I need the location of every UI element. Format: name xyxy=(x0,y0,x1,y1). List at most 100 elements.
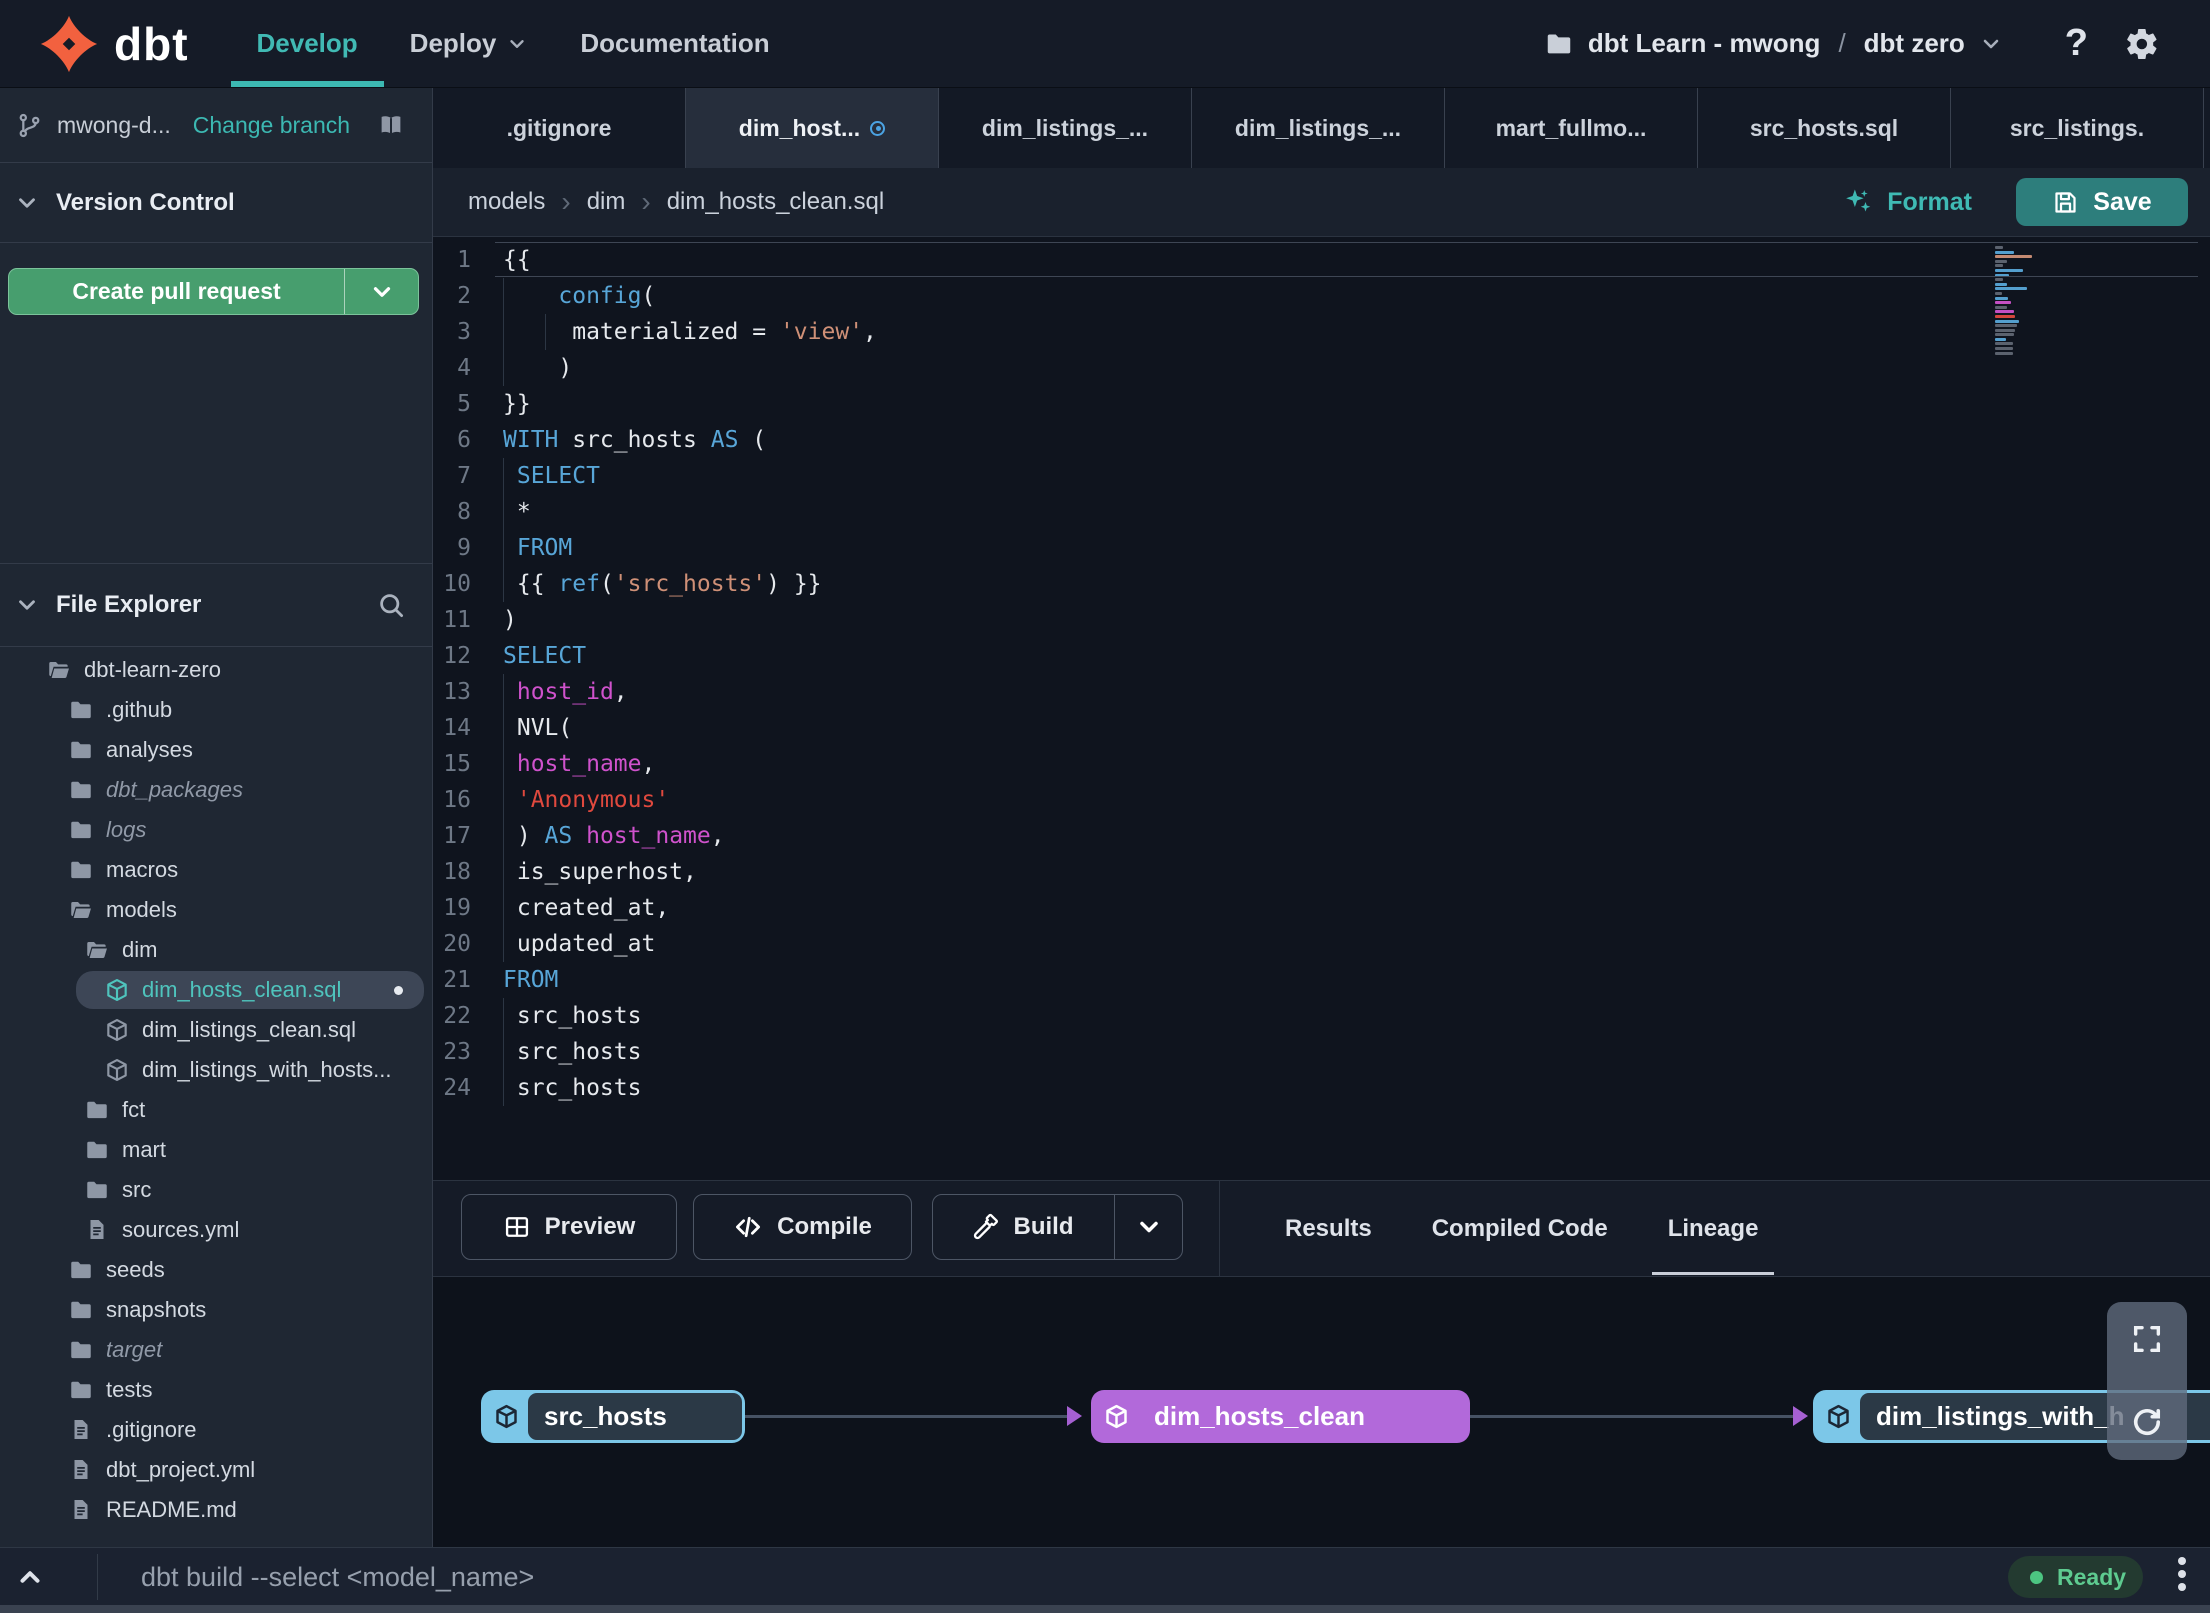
version-control-header[interactable]: Version Control xyxy=(0,163,432,243)
code-line[interactable]: 22 src_hosts xyxy=(433,998,2210,1034)
code-line[interactable]: 21 FROM xyxy=(433,962,2210,998)
code-line[interactable]: 2 config( xyxy=(433,278,2210,314)
breadcrumb-item[interactable]: dim xyxy=(587,188,626,216)
gear-icon[interactable] xyxy=(2124,26,2160,62)
breadcrumb-item[interactable]: models xyxy=(468,188,545,216)
breadcrumb-item[interactable]: dim_hosts_clean.sql xyxy=(667,188,884,216)
tree-item-github[interactable]: .github xyxy=(0,690,432,730)
code-line[interactable]: 13 host_id, xyxy=(433,674,2210,710)
tree-item-mart[interactable]: mart xyxy=(0,1130,432,1170)
tab-src-listings[interactable]: src_listings. xyxy=(1951,88,2204,168)
format-button[interactable]: Format xyxy=(1843,187,1972,217)
tree-item-gitignore[interactable]: .gitignore xyxy=(0,1410,432,1450)
code-line[interactable]: 1{{ xyxy=(433,242,2210,278)
tab-dim-host[interactable]: dim_host... xyxy=(686,88,939,168)
line-number: 20 xyxy=(443,931,471,957)
tab-src-hosts-sql[interactable]: src_hosts.sql xyxy=(1698,88,1951,168)
code-line[interactable]: 18 is_superhost, xyxy=(433,854,2210,890)
lineage-canvas[interactable]: src_hosts dim_hosts_clean dim_listings_wit… xyxy=(433,1277,2210,1547)
active-line-highlight xyxy=(495,242,2198,277)
tree-item-analyses[interactable]: analyses xyxy=(0,730,432,770)
tree-item-dim-listings-clean-sql[interactable]: dim_listings_clean.sql xyxy=(0,1010,432,1050)
tree-item-target[interactable]: target xyxy=(0,1330,432,1370)
code-line[interactable]: 16 'Anonymous' xyxy=(433,782,2210,818)
code-line[interactable]: 11) xyxy=(433,602,2210,638)
code-line[interactable]: 7 SELECT xyxy=(433,458,2210,494)
tree-item-seeds[interactable]: seeds xyxy=(0,1250,432,1290)
change-branch-link[interactable]: Change branch xyxy=(193,112,350,139)
preview-button[interactable]: Preview xyxy=(461,1194,677,1260)
chevron-down-icon xyxy=(510,39,525,48)
create-pull-request-button[interactable]: Create pull request xyxy=(8,268,419,315)
tree-item-dbt-project-yml[interactable]: dbt_project.yml xyxy=(0,1450,432,1490)
code-line[interactable]: 6 WITH src_hosts AS ( xyxy=(433,422,2210,458)
code-line[interactable]: 3 materialized = 'view', xyxy=(433,314,2210,350)
help-icon[interactable]: ? xyxy=(2065,22,2088,65)
lineage-node-src-hosts[interactable]: src_hosts xyxy=(481,1390,745,1443)
line-number: 17 xyxy=(443,823,471,849)
lineage-node-dim-hosts-clean[interactable]: dim_hosts_clean xyxy=(1091,1390,1470,1443)
tree-item-dim-listings-with-hosts[interactable]: dim_listings_with_hosts... xyxy=(0,1050,432,1090)
panel-tab-compiled-code[interactable]: Compiled Code xyxy=(1426,1181,1614,1277)
tree-item-src[interactable]: src xyxy=(0,1170,432,1210)
file-explorer-header[interactable]: File Explorer xyxy=(0,563,432,647)
code-line[interactable]: 23 src_hosts xyxy=(433,1034,2210,1070)
book-open-icon[interactable] xyxy=(376,110,406,140)
code-line[interactable]: 8 * xyxy=(433,494,2210,530)
code-editor[interactable]: 1{{2 config(3 materialized = 'view', 4 ) 5… xyxy=(433,237,2210,1180)
divider xyxy=(1219,1181,1220,1276)
pull-request-dropdown-toggle[interactable] xyxy=(344,269,418,314)
tree-item-dbt-learn-zero[interactable]: dbt-learn-zero xyxy=(0,650,432,690)
code-line[interactable]: 17 ) AS host_name, xyxy=(433,818,2210,854)
project-selector[interactable]: dbt Learn - mwong / dbt zero xyxy=(1544,28,2003,59)
search-icon[interactable] xyxy=(376,590,406,620)
kebab-menu-icon[interactable] xyxy=(2178,1557,2186,1591)
code-line[interactable]: 9 FROM xyxy=(433,530,2210,566)
tab-dim-listings[interactable]: dim_listings_... xyxy=(939,88,1192,168)
tree-item-models[interactable]: models xyxy=(0,890,432,930)
build-button[interactable]: Build xyxy=(932,1194,1183,1260)
nav-deploy[interactable]: Deploy xyxy=(384,0,555,87)
tab-dim-listings[interactable]: dim_listings_... xyxy=(1192,88,1445,168)
tree-item-sources-yml[interactable]: sources.yml xyxy=(0,1210,432,1250)
code-line[interactable]: 12 SELECT xyxy=(433,638,2210,674)
tree-item-dbt-packages[interactable]: dbt_packages xyxy=(0,770,432,810)
branch-row: mwong-d... Change branch xyxy=(0,88,432,163)
tree-item-dim[interactable]: dim xyxy=(0,930,432,970)
command-input[interactable]: dbt build --select <model_name> xyxy=(141,1548,534,1606)
nav-develop[interactable]: Develop xyxy=(231,0,384,87)
code-line[interactable]: 15 host_name, xyxy=(433,746,2210,782)
tree-item-dim-hosts-clean-sql[interactable]: dim_hosts_clean.sql xyxy=(0,970,432,1010)
tree-item-snapshots[interactable]: snapshots xyxy=(0,1290,432,1330)
tab-mart-fullmo[interactable]: mart_fullmo... xyxy=(1445,88,1698,168)
tree-item-tests[interactable]: tests xyxy=(0,1370,432,1410)
tree-item-fct[interactable]: fct xyxy=(0,1090,432,1130)
code-line[interactable]: 4 ) xyxy=(433,350,2210,386)
chevron-up-icon[interactable] xyxy=(15,1562,45,1592)
create-pull-request-label[interactable]: Create pull request xyxy=(9,269,344,314)
panel-tab-lineage[interactable]: Lineage xyxy=(1651,1181,1775,1277)
file-icon xyxy=(74,1460,88,1479)
code-line[interactable]: 10 {{ ref('src_hosts') }} xyxy=(433,566,2210,602)
dbt-logo[interactable]: dbt xyxy=(38,13,189,75)
fullscreen-icon[interactable] xyxy=(2130,1322,2164,1356)
code-line[interactable]: 5}} xyxy=(433,386,2210,422)
refresh-icon[interactable] xyxy=(2129,1404,2165,1440)
tree-item-macros[interactable]: macros xyxy=(0,850,432,890)
build-dropdown-toggle[interactable] xyxy=(1114,1195,1182,1259)
tab-gitignore[interactable]: .gitignore xyxy=(433,88,686,168)
panel-tab-results[interactable]: Results xyxy=(1279,1181,1378,1277)
tree-item-logs[interactable]: logs xyxy=(0,810,432,850)
compile-button[interactable]: Compile xyxy=(693,1194,912,1260)
nav-documentation[interactable]: Documentation xyxy=(554,0,795,87)
save-button[interactable]: Save xyxy=(2016,178,2188,226)
version-control-label: Version Control xyxy=(56,188,235,216)
code-line[interactable]: 19 created_at, xyxy=(433,890,2210,926)
model-cube-icon xyxy=(495,1404,517,1429)
code-line[interactable]: 14 NVL( xyxy=(433,710,2210,746)
code-line[interactable]: 24 src_hosts xyxy=(433,1070,2210,1106)
code-line[interactable]: 20 updated_at xyxy=(433,926,2210,962)
line-number: 11 xyxy=(443,607,471,633)
folder-icon xyxy=(71,1301,91,1319)
tree-item-readme-md[interactable]: README.md xyxy=(0,1490,432,1530)
